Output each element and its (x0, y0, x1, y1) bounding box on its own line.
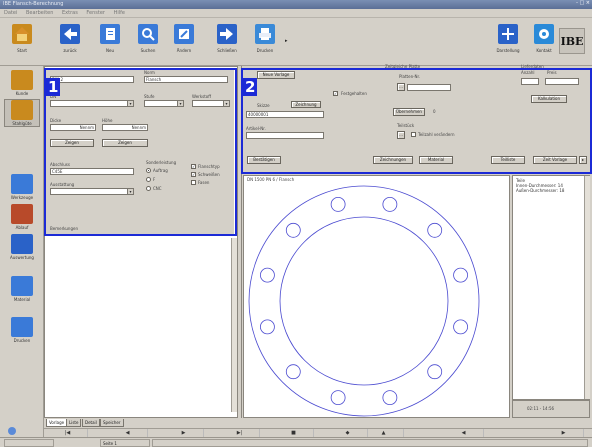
person-icon (11, 70, 33, 90)
start-button[interactable]: Start (8, 24, 36, 53)
bolt-hole (382, 197, 398, 212)
menu-item-window[interactable]: Fenster (86, 10, 105, 16)
marker-number-1: 1 (46, 78, 61, 96)
bolt-hole (330, 197, 346, 212)
display-label: Darstellung (496, 48, 520, 53)
bolt-hole (382, 390, 398, 405)
search-icon (138, 24, 158, 44)
tab-storage[interactable]: Speicher (100, 419, 124, 427)
sidebar-item-steel[interactable]: Stahlgüte (4, 99, 40, 127)
time-value: 02:11 - 14:56 (527, 406, 555, 411)
flange-outer-circle (248, 185, 480, 417)
menu-bar: Datei Bearbeiten Extras Fenster Hilfe (0, 9, 592, 18)
flange-drawing[interactable]: DN 1500 PN 6 / Flansch (243, 175, 510, 418)
sidebar-item-tools[interactable]: Werkzeuge (4, 174, 40, 200)
display-button[interactable]: Darstellung (494, 24, 522, 53)
edit-button[interactable]: Ändern (170, 24, 198, 53)
info-icon[interactable] (8, 427, 16, 435)
bolt-hole (260, 319, 275, 335)
process-icon (11, 204, 33, 224)
printer-icon (11, 317, 33, 337)
sidebar: Kunde Stahlgüte Werkzeuge Ablauf Auswert… (0, 66, 44, 447)
sidebar-item-analysis[interactable]: Auswertung (4, 234, 40, 260)
tools-icon (11, 174, 33, 194)
sidebar-label: Auswertung (10, 255, 34, 260)
bolt-hole (453, 319, 468, 335)
chart-icon (11, 234, 33, 254)
time-box: 02:11 - 14:56 (512, 400, 590, 418)
material-icon (11, 276, 33, 296)
folder-icon (11, 100, 33, 120)
sidebar-label: Werkzeuge (10, 195, 34, 200)
sidebar-label: Material (13, 297, 31, 302)
marker-number-2: 2 (243, 78, 258, 96)
info-scrollbar[interactable] (584, 176, 590, 399)
tab-detail[interactable]: Detail (82, 419, 100, 427)
info-line-3: Außen-Durchmesser: 18 (516, 188, 565, 193)
left-scrollbar[interactable] (231, 238, 237, 412)
close-doc-label: Schließen (217, 48, 237, 53)
title-bar: IBE Flansch-Berechnung - □ × (0, 0, 592, 9)
bolt-hole (285, 364, 301, 380)
window-title: IBE Flansch-Berechnung (3, 1, 64, 7)
bolt-holes (260, 197, 468, 405)
print-button[interactable]: Drucken (251, 24, 279, 53)
search-button[interactable]: Suchen (134, 24, 162, 53)
back-button[interactable]: zurück (56, 24, 84, 53)
start-label: Start (17, 48, 27, 53)
menu-item-edit[interactable]: Bearbeiten (26, 10, 53, 16)
sidebar-label: Drucken (13, 338, 31, 343)
left-tabs: Vorlage Liste Detail Speicher (44, 418, 238, 428)
sidebar-label: Ablauf (15, 225, 29, 230)
ibe-logo: IBE (559, 28, 585, 54)
arrow-right-icon (217, 24, 237, 44)
bolt-hole (427, 222, 443, 238)
status-page: Seite 1 (100, 439, 150, 447)
edit-icon (174, 24, 194, 44)
flange-inner-circle (279, 216, 449, 386)
arrow-left-icon (60, 24, 80, 44)
sidebar-label: Kunde (15, 91, 29, 96)
sidebar-item-material[interactable]: Material (4, 276, 40, 302)
sidebar-label: Stahlgüte (12, 121, 32, 126)
status-cell-right (152, 439, 588, 447)
new-button[interactable]: Neu (96, 24, 124, 53)
toolbar: Start zurück Neu Suchen Ändern Schließen (0, 18, 592, 66)
menu-item-extras[interactable]: Extras (62, 10, 78, 16)
record-navigation: |◀ ◀ ▶ ▶| ■ ◆ ▲ ◀ ▶ (44, 428, 592, 438)
status-bar: Seite 1 (0, 437, 592, 447)
flange-svg (248, 185, 480, 417)
contact-button[interactable]: Kontakt (530, 24, 558, 53)
contact-label: Kontakt (536, 48, 552, 53)
search-label: Suchen (140, 48, 156, 53)
new-label: Neu (106, 48, 114, 53)
edit-label: Ändern (176, 48, 192, 53)
contact-icon (534, 24, 554, 44)
menu-item-help[interactable]: Hilfe (114, 10, 125, 16)
bolt-hole (427, 364, 443, 380)
tab-list[interactable]: Liste (66, 419, 82, 427)
bolt-hole (260, 267, 275, 283)
sidebar-item-process[interactable]: Ablauf (4, 204, 40, 230)
sidebar-item-print[interactable]: Drucken (4, 317, 40, 343)
window-controls[interactable]: - □ × (576, 0, 590, 6)
back-label: zurück (63, 48, 77, 53)
printer-icon (255, 24, 275, 44)
toolbar-overflow-icon[interactable]: ▸ (285, 38, 288, 44)
info-list: Teile Innen-Durchmesser: 14 Außen-Durchm… (512, 175, 590, 400)
print-label: Drucken (256, 48, 274, 53)
move-icon (498, 24, 518, 44)
bolt-hole (285, 222, 301, 238)
sidebar-item-customer[interactable]: Kunde (4, 70, 40, 96)
tab-template[interactable]: Vorlage (46, 419, 68, 427)
marker-box-2 (241, 68, 592, 174)
menu-item-file[interactable]: Datei (4, 10, 17, 16)
bolt-hole (330, 390, 346, 405)
new-document-icon (100, 24, 120, 44)
status-cell-left (4, 439, 54, 447)
marker-box-1 (44, 68, 237, 236)
close-doc-button[interactable]: Schließen (213, 24, 241, 53)
house-icon (12, 24, 32, 44)
bolt-hole (453, 267, 468, 283)
